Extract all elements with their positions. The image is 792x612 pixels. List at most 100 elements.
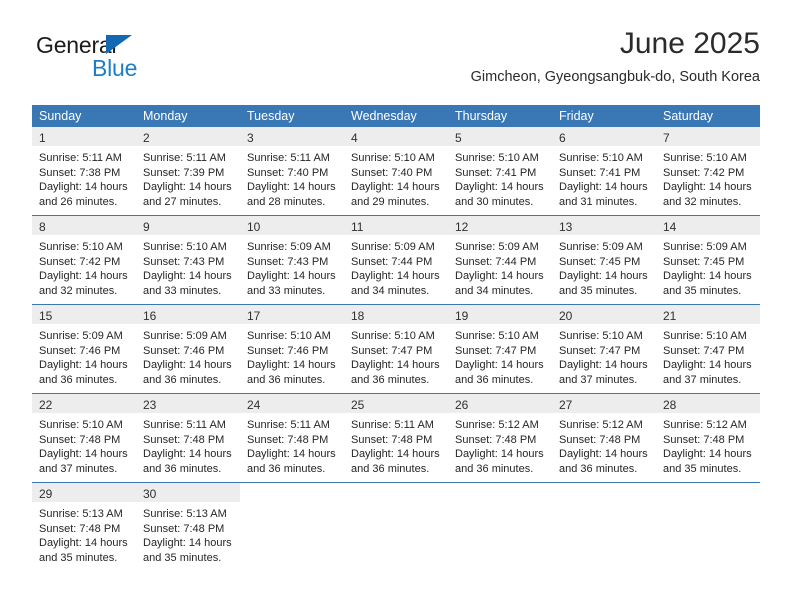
day-details: Sunrise: 5:10 AM Sunset: 7:48 PM Daylight:…: [32, 413, 136, 476]
calendar-day-cell[interactable]: 12 Sunrise: 5:09 AM Sunset: 7:44 PM Dayligh…: [448, 216, 552, 304]
day-number-band: 10: [240, 216, 344, 235]
daylight-text-line2: and 36 minutes.: [247, 462, 326, 475]
calendar-day-cell[interactable]: 6 Sunrise: 5:10 AM Sunset: 7:41 PM Daylight…: [552, 127, 656, 215]
day-number: 16: [143, 309, 157, 323]
calendar-day-cell[interactable]: 5 Sunrise: 5:10 AM Sunset: 7:41 PM Daylight…: [448, 127, 552, 215]
day-details: Sunrise: 5:12 AM Sunset: 7:48 PM Daylight:…: [448, 413, 552, 476]
day-number: 5: [455, 131, 462, 145]
calendar-day-cell[interactable]: 9 Sunrise: 5:10 AM Sunset: 7:43 PM Daylight…: [136, 216, 240, 304]
page-title: June 2025: [619, 27, 760, 60]
calendar-day-cell[interactable]: 13 Sunrise: 5:09 AM Sunset: 7:45 PM Dayligh…: [552, 216, 656, 304]
day-number: 20: [559, 309, 573, 323]
day-details: Sunrise: 5:10 AM Sunset: 7:46 PM Daylight:…: [240, 324, 344, 387]
sunrise-text: Sunrise: 5:11 AM: [143, 152, 226, 164]
sunset-text: Sunset: 7:43 PM: [143, 255, 225, 268]
day-number-band: 26: [448, 394, 552, 413]
daylight-text-line2: and 32 minutes.: [39, 284, 118, 297]
calendar-day-cell[interactable]: 14 Sunrise: 5:09 AM Sunset: 7:45 PM Dayligh…: [656, 216, 760, 304]
daylight-text-line2: and 35 minutes.: [559, 284, 638, 297]
logo-triangle-icon: [106, 35, 132, 54]
daylight-text-line2: and 37 minutes.: [39, 462, 118, 475]
sunrise-text: Sunrise: 5:10 AM: [143, 241, 227, 253]
calendar-day-cell[interactable]: 10 Sunrise: 5:09 AM Sunset: 7:43 PM Dayligh…: [240, 216, 344, 304]
daylight-text-line2: and 37 minutes.: [663, 373, 742, 386]
calendar-day-cell[interactable]: 25 Sunrise: 5:11 AM Sunset: 7:48 PM Dayligh…: [344, 394, 448, 482]
calendar-day-cell[interactable]: 17 Sunrise: 5:10 AM Sunset: 7:46 PM Dayligh…: [240, 305, 344, 393]
day-details: Sunrise: 5:10 AM Sunset: 7:42 PM Daylight:…: [656, 146, 760, 209]
sunset-text: Sunset: 7:48 PM: [39, 433, 121, 446]
day-details: Sunrise: 5:12 AM Sunset: 7:48 PM Daylight:…: [656, 413, 760, 476]
daylight-text-line1: Daylight: 14 hours: [455, 181, 544, 193]
day-details: Sunrise: 5:11 AM Sunset: 7:48 PM Daylight:…: [136, 413, 240, 476]
calendar-day-cell[interactable]: 20 Sunrise: 5:10 AM Sunset: 7:47 PM Dayligh…: [552, 305, 656, 393]
daylight-text-line1: Daylight: 14 hours: [455, 359, 544, 371]
day-number-band: 25: [344, 394, 448, 413]
daylight-text-line1: Daylight: 14 hours: [351, 448, 440, 460]
day-details: Sunrise: 5:12 AM Sunset: 7:48 PM Daylight:…: [552, 413, 656, 476]
daylight-text-line1: Daylight: 14 hours: [351, 270, 440, 282]
sunset-text: Sunset: 7:40 PM: [247, 166, 329, 179]
calendar-day-cell[interactable]: 15 Sunrise: 5:09 AM Sunset: 7:46 PM Dayligh…: [32, 305, 136, 393]
day-number: 6: [559, 131, 566, 145]
day-details: Sunrise: 5:09 AM Sunset: 7:43 PM Daylight:…: [240, 235, 344, 298]
calendar-day-cell[interactable]: 26 Sunrise: 5:12 AM Sunset: 7:48 PM Dayligh…: [448, 394, 552, 482]
calendar-day-cell[interactable]: 16 Sunrise: 5:09 AM Sunset: 7:46 PM Dayligh…: [136, 305, 240, 393]
calendar-day-cell[interactable]: 22 Sunrise: 5:10 AM Sunset: 7:48 PM Dayligh…: [32, 394, 136, 482]
sunrise-text: Sunrise: 5:11 AM: [351, 419, 434, 431]
daylight-text-line2: and 36 minutes.: [143, 373, 222, 386]
day-details: Sunrise: 5:10 AM Sunset: 7:43 PM Daylight:…: [136, 235, 240, 298]
sunrise-text: Sunrise: 5:10 AM: [247, 330, 331, 342]
daylight-text-line2: and 36 minutes.: [351, 462, 430, 475]
sunrise-text: Sunrise: 5:10 AM: [39, 419, 123, 431]
sunrise-text: Sunrise: 5:10 AM: [663, 330, 747, 342]
day-number-band: 12: [448, 216, 552, 235]
calendar-day-cell[interactable]: 30 Sunrise: 5:13 AM Sunset: 7:48 PM Dayligh…: [136, 483, 240, 571]
sunset-text: Sunset: 7:38 PM: [39, 166, 121, 179]
daylight-text-line1: Daylight: 14 hours: [351, 359, 440, 371]
day-number: 22: [39, 398, 53, 412]
calendar-day-cell[interactable]: 29 Sunrise: 5:13 AM Sunset: 7:48 PM Dayligh…: [32, 483, 136, 571]
day-number: 8: [39, 220, 46, 234]
calendar-day-cell[interactable]: 27 Sunrise: 5:12 AM Sunset: 7:48 PM Dayligh…: [552, 394, 656, 482]
sunrise-text: Sunrise: 5:10 AM: [559, 152, 643, 164]
day-details: Sunrise: 5:11 AM Sunset: 7:39 PM Daylight:…: [136, 146, 240, 209]
calendar-day-cell[interactable]: 23 Sunrise: 5:11 AM Sunset: 7:48 PM Dayligh…: [136, 394, 240, 482]
logo-text-blue: Blue: [92, 55, 138, 81]
calendar-day-cell[interactable]: 3 Sunrise: 5:11 AM Sunset: 7:40 PM Daylight…: [240, 127, 344, 215]
daylight-text-line1: Daylight: 14 hours: [351, 181, 440, 193]
day-details: Sunrise: 5:10 AM Sunset: 7:42 PM Daylight:…: [32, 235, 136, 298]
sunrise-text: Sunrise: 5:09 AM: [351, 241, 435, 253]
day-details: Sunrise: 5:10 AM Sunset: 7:47 PM Daylight:…: [448, 324, 552, 387]
daylight-text-line1: Daylight: 14 hours: [559, 448, 648, 460]
calendar-day-cell[interactable]: 7 Sunrise: 5:10 AM Sunset: 7:42 PM Daylight…: [656, 127, 760, 215]
daylight-text-line1: Daylight: 14 hours: [143, 448, 232, 460]
daylight-text-line1: Daylight: 14 hours: [247, 181, 336, 193]
sunset-text: Sunset: 7:48 PM: [247, 433, 329, 446]
sunset-text: Sunset: 7:48 PM: [559, 433, 641, 446]
day-number: 17: [247, 309, 261, 323]
daylight-text-line1: Daylight: 14 hours: [559, 181, 648, 193]
sunrise-text: Sunrise: 5:09 AM: [39, 330, 123, 342]
calendar-day-cell[interactable]: 1 Sunrise: 5:11 AM Sunset: 7:38 PM Daylight…: [32, 127, 136, 215]
calendar-day-cell[interactable]: 18 Sunrise: 5:10 AM Sunset: 7:47 PM Dayligh…: [344, 305, 448, 393]
day-details: Sunrise: 5:11 AM Sunset: 7:38 PM Daylight:…: [32, 146, 136, 209]
sunrise-text: Sunrise: 5:09 AM: [559, 241, 643, 253]
day-details: Sunrise: 5:13 AM Sunset: 7:48 PM Daylight:…: [32, 502, 136, 565]
calendar-day-cell[interactable]: 21 Sunrise: 5:10 AM Sunset: 7:47 PM Dayligh…: [656, 305, 760, 393]
calendar-day-cell[interactable]: 11 Sunrise: 5:09 AM Sunset: 7:44 PM Dayligh…: [344, 216, 448, 304]
general-blue-logo[interactable]: General Blue: [32, 32, 232, 86]
calendar-day-cell[interactable]: 24 Sunrise: 5:11 AM Sunset: 7:48 PM Dayligh…: [240, 394, 344, 482]
calendar-day-cell[interactable]: 19 Sunrise: 5:10 AM Sunset: 7:47 PM Dayligh…: [448, 305, 552, 393]
daylight-text-line1: Daylight: 14 hours: [455, 448, 544, 460]
sunrise-text: Sunrise: 5:12 AM: [663, 419, 747, 431]
calendar-day-cell[interactable]: 28 Sunrise: 5:12 AM Sunset: 7:48 PM Dayligh…: [656, 394, 760, 482]
daylight-text-line2: and 33 minutes.: [143, 284, 222, 297]
day-details: Sunrise: 5:11 AM Sunset: 7:48 PM Daylight:…: [240, 413, 344, 476]
calendar-day-cell[interactable]: 4 Sunrise: 5:10 AM Sunset: 7:40 PM Daylight…: [344, 127, 448, 215]
daylight-text-line2: and 35 minutes.: [663, 284, 742, 297]
calendar-day-cell[interactable]: 8 Sunrise: 5:10 AM Sunset: 7:42 PM Daylight…: [32, 216, 136, 304]
calendar-week-row: 29 Sunrise: 5:13 AM Sunset: 7:48 PM Dayligh…: [32, 482, 760, 571]
sunset-text: Sunset: 7:47 PM: [455, 344, 537, 357]
calendar-day-cell[interactable]: 2 Sunrise: 5:11 AM Sunset: 7:39 PM Daylight…: [136, 127, 240, 215]
daylight-text-line1: Daylight: 14 hours: [39, 448, 128, 460]
